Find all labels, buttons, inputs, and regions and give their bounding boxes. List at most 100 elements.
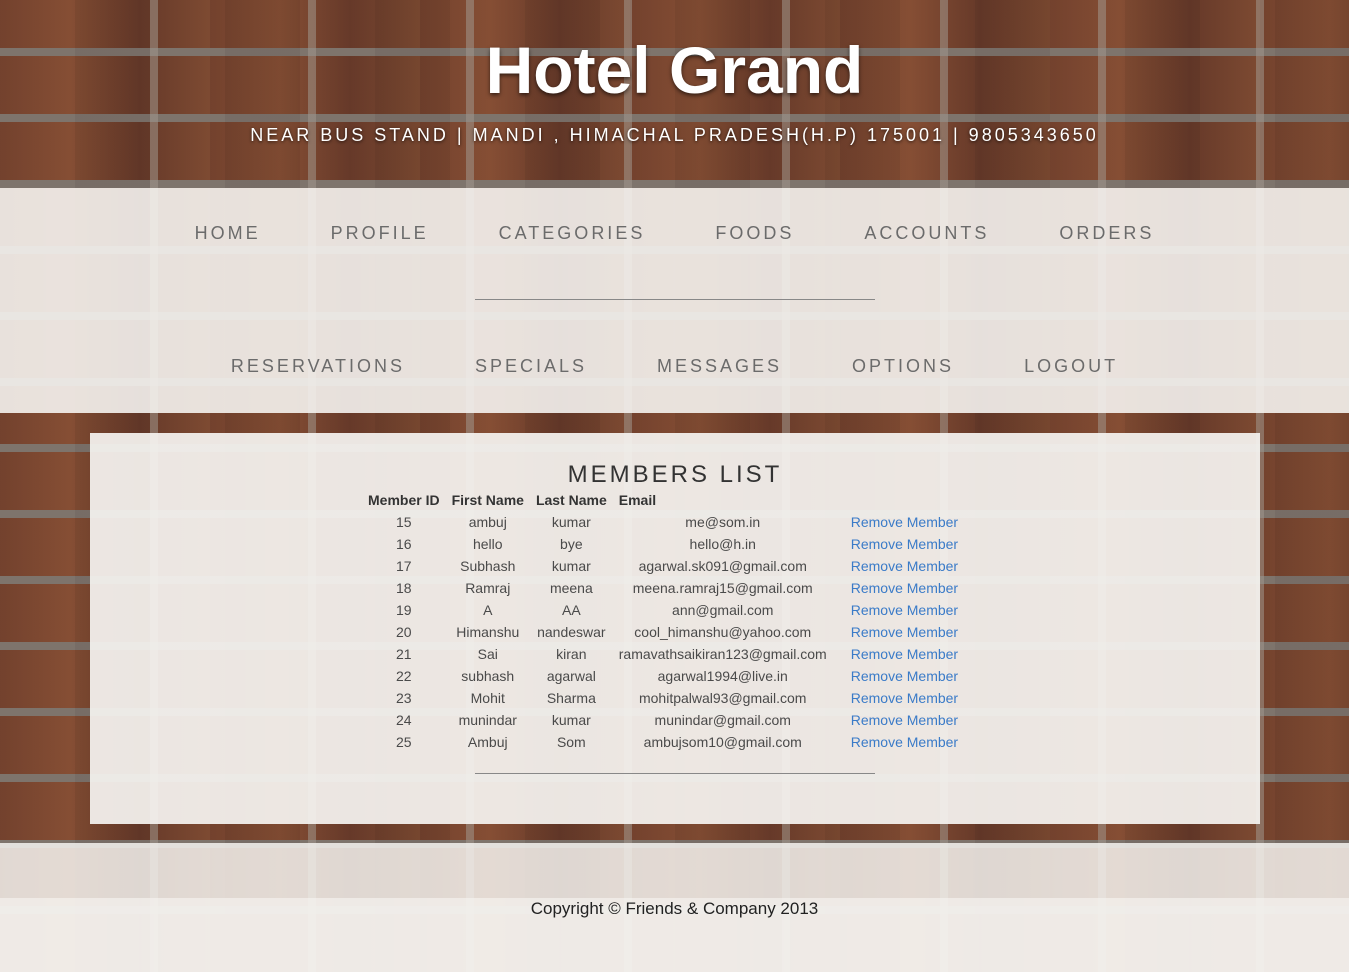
table-row: 17 Subhash kumar agarwal.sk091@gmail.com Rem… [362,555,964,577]
member-id-cell: 22 [396,668,412,684]
email-cell: cool_himanshu@yahoo.com [634,624,812,640]
table-row: 16 hello bye hello@h.in Remove Member [362,533,964,555]
table-row: 15 ambuj kumar me@som.in Remove Member [362,511,964,533]
copyright-text: Copyright © Friends & Company 2013 [530,899,819,918]
action-cell: Remove Member [833,709,964,731]
action-cell: Remove Member [833,731,964,753]
main-navigation: HOME PROFILE CATEGORIES FOODS ACCOUNTS O… [0,188,1349,413]
action-cell: Remove Member [833,665,964,687]
remove-member-link[interactable]: Remove Member [851,580,958,596]
nav-divider [475,299,875,300]
members-table: Member ID First Name Last Name Email 15 a… [362,489,964,753]
email-cell: agarwal1994@live.in [657,668,788,684]
site-title: Hotel Grand [485,33,864,107]
remove-member-link[interactable]: Remove Member [851,558,958,574]
member-id-cell: 24 [396,712,412,728]
column-header-member-id: Member ID [368,492,440,508]
action-cell: Remove Member [833,555,964,577]
nav-row-primary: HOME PROFILE CATEGORIES FOODS ACCOUNTS O… [0,223,1349,244]
remove-member-link[interactable]: Remove Member [851,536,958,552]
table-row: 21 Sai kiran ramavathsaikiran123@gmail.com R… [362,643,964,665]
nav-options[interactable]: OPTIONS [852,356,954,377]
last-name-cell: nandeswar [537,624,606,640]
last-name-cell: AA [562,602,581,618]
first-name-cell: Mohit [470,690,505,706]
action-cell: Remove Member [833,621,964,643]
member-id-cell: 23 [396,690,412,706]
nav-profile[interactable]: PROFILE [331,223,429,244]
column-header-last-name: Last Name [535,492,607,508]
column-header-action [833,489,964,511]
member-id-cell: 19 [396,602,412,618]
remove-member-link[interactable]: Remove Member [851,712,958,728]
last-name-cell: Sharma [546,690,596,706]
first-name-cell: Subhash [460,558,516,574]
email-cell: meena.ramraj15@gmail.com [632,580,813,596]
first-name-cell: Himanshu [456,624,520,640]
remove-member-link[interactable]: Remove Member [851,734,958,750]
action-cell: Remove Member [833,511,964,533]
email-cell: agarwal.sk091@gmail.com [638,558,807,574]
members-panel: MEMBERS LIST Member ID First Name Last N… [90,433,1260,824]
first-name-cell: Ramraj [465,580,511,596]
action-cell: Remove Member [833,687,964,709]
first-name-cell: A [483,602,493,618]
background-band [0,843,1349,898]
remove-member-link[interactable]: Remove Member [851,624,958,640]
table-row: 19 A AA ann@gmail.com Remove Member [362,599,964,621]
column-header-first-name: First Name [451,492,524,508]
remove-member-link[interactable]: Remove Member [851,646,958,662]
nav-messages[interactable]: MESSAGES [657,356,782,377]
remove-member-link[interactable]: Remove Member [851,668,958,684]
members-table-body: 15 ambuj kumar me@som.in Remove Member 16 hell… [362,511,964,753]
remove-member-link[interactable]: Remove Member [851,514,958,530]
last-name-cell: bye [560,536,583,552]
nav-reservations[interactable]: RESERVATIONS [231,356,405,377]
email-cell: ambujsom10@gmail.com [643,734,802,750]
email-cell: ramavathsaikiran123@gmail.com [618,646,827,662]
action-cell: Remove Member [833,577,964,599]
table-header-row: Member ID First Name Last Name Email [362,489,964,511]
remove-member-link[interactable]: Remove Member [851,690,958,706]
nav-categories[interactable]: CATEGORIES [499,223,646,244]
table-row: 23 Mohit Sharma mohitpalwal93@gmail.com Remo… [362,687,964,709]
content-divider [475,773,875,774]
nav-foods[interactable]: FOODS [715,223,794,244]
member-id-cell: 18 [396,580,412,596]
last-name-cell: agarwal [546,668,596,684]
member-id-cell: 25 [396,734,412,750]
remove-member-link[interactable]: Remove Member [851,602,958,618]
first-name-cell: Sai [477,646,498,662]
email-cell: me@som.in [685,514,761,530]
site-header: Hotel Grand NEAR BUS STAND | MANDI , HIM… [0,0,1349,188]
nav-accounts[interactable]: ACCOUNTS [864,223,989,244]
email-cell: ann@gmail.com [672,602,774,618]
action-cell: Remove Member [833,533,964,555]
table-row: 24 munindar kumar munindar@gmail.com Remove … [362,709,964,731]
first-name-cell: Ambuj [467,734,508,750]
nav-row-secondary: RESERVATIONS SPECIALS MESSAGES OPTIONS L… [0,356,1349,377]
member-id-cell: 21 [396,646,412,662]
site-footer: Copyright © Friends & Company 2013 [0,898,1349,972]
first-name-cell: subhash [461,668,515,684]
table-row: 22 subhash agarwal agarwal1994@live.in Remov… [362,665,964,687]
column-header-email: Email [618,492,657,508]
last-name-cell: meena [549,580,593,596]
email-cell: mohitpalwal93@gmail.com [638,690,807,706]
nav-specials[interactable]: SPECIALS [475,356,587,377]
last-name-cell: kumar [551,712,591,728]
last-name-cell: kumar [551,558,591,574]
email-cell: hello@h.in [689,536,756,552]
nav-orders[interactable]: ORDERS [1059,223,1154,244]
members-list-title: MEMBERS LIST [567,461,783,488]
first-name-cell: ambuj [468,514,507,530]
table-row: 20 Himanshu nandeswar cool_himanshu@yahoo.c… [362,621,964,643]
site-address: NEAR BUS STAND | MANDI , HIMACHAL PRADES… [250,125,1099,145]
email-cell: munindar@gmail.com [654,712,791,728]
member-id-cell: 20 [396,624,412,640]
member-id-cell: 17 [396,558,412,574]
nav-home[interactable]: HOME [195,223,261,244]
first-name-cell: hello [472,536,503,552]
member-id-cell: 16 [396,536,412,552]
nav-logout[interactable]: LOGOUT [1024,356,1118,377]
